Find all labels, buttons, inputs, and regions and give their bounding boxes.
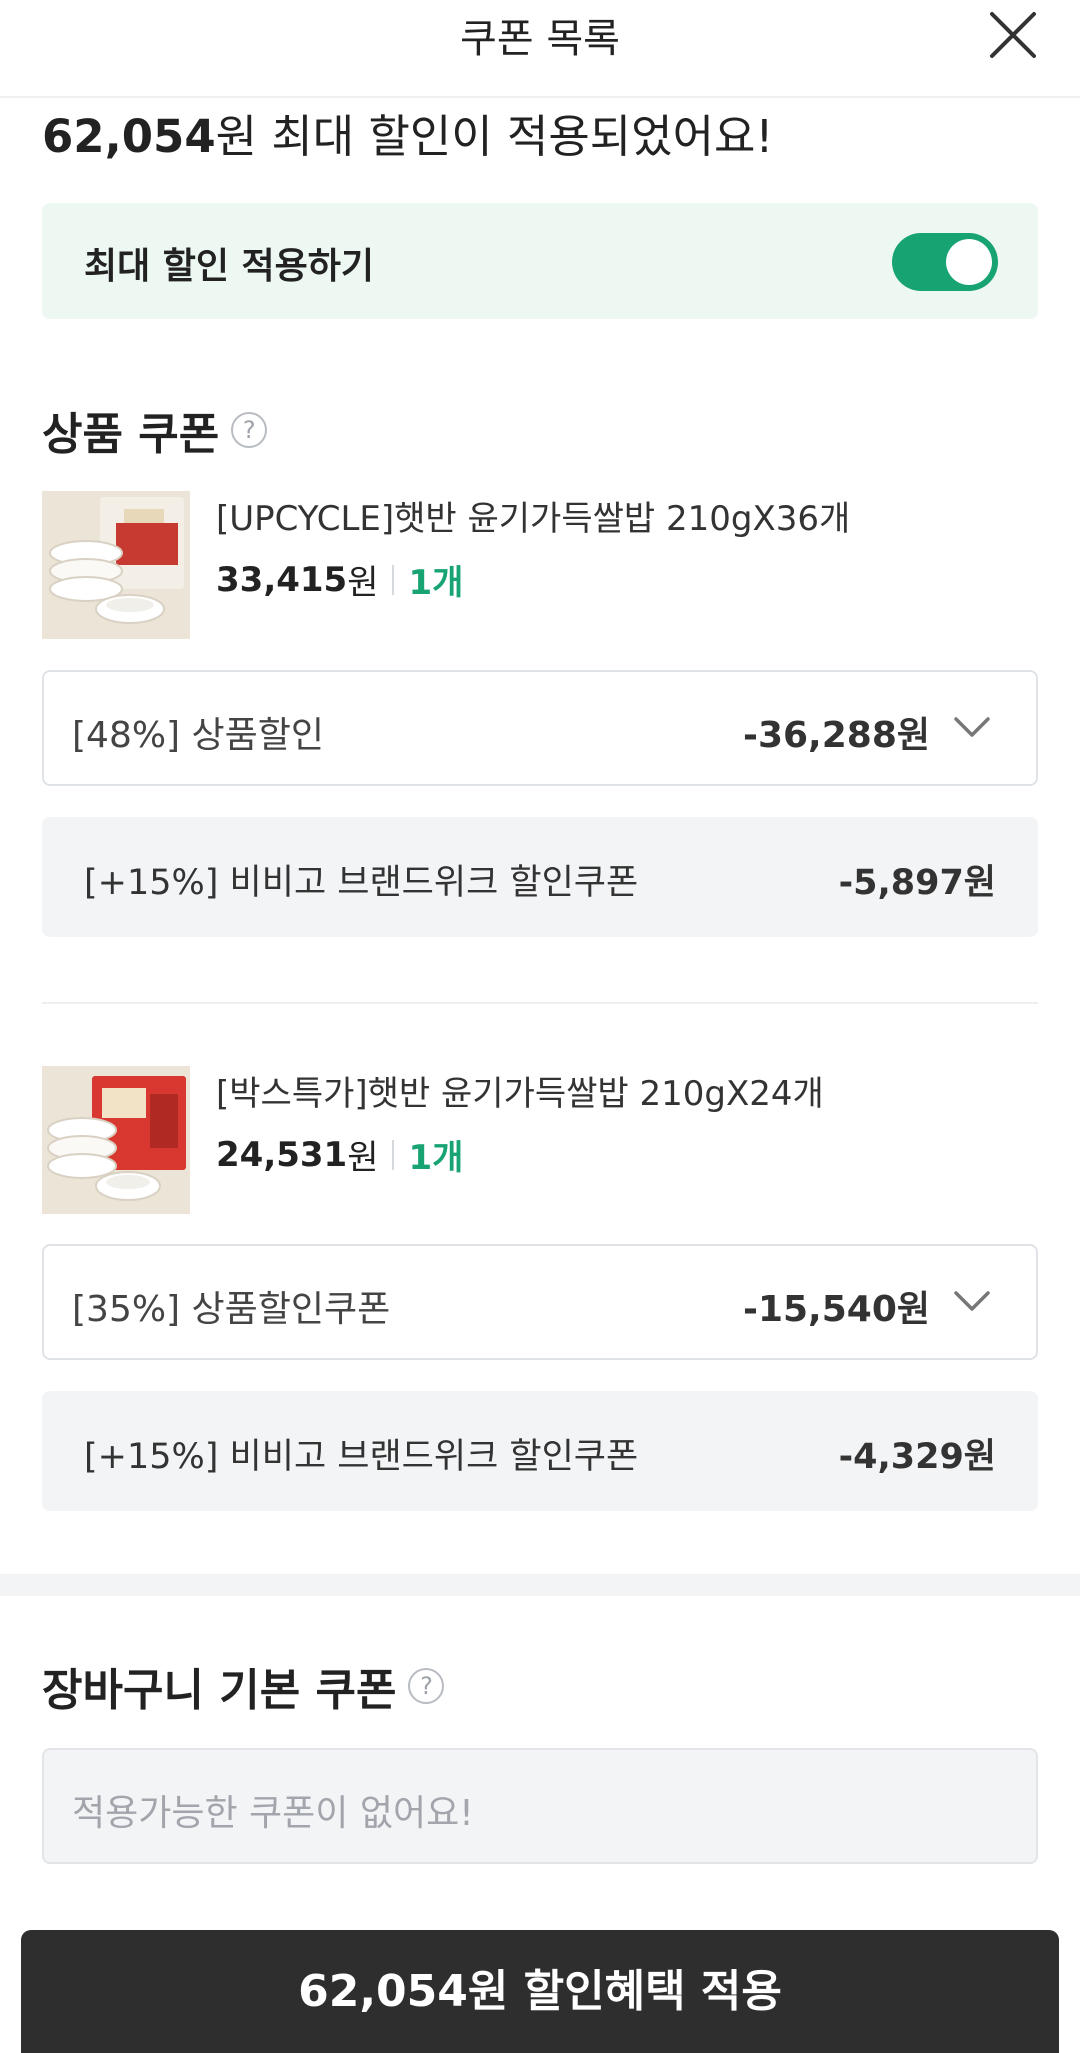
page-title: 쿠폰 목록 [460,16,620,62]
apply-discount-button[interactable]: 62,054원 할인혜택 적용 [21,1930,1059,2053]
summary-amount: 62,054 [42,110,216,163]
coupon-label: [35%] 상품할인쿠폰 [72,1289,391,1330]
coupon-value: -15,540원 [743,1289,930,1330]
discount-summary: 62,054원 최대 할인이 적용되었어요! [42,100,773,165]
max-discount-box: 최대 할인 적용하기 [42,203,1038,319]
product-name: [UPCYCLE]햇반 윤기가득쌀밥 210gX36개 [216,499,851,539]
separator [392,564,395,595]
coupon-label: [48%] 상품할인 [72,715,325,756]
cart-coupon-title: 장바구니 기본 쿠폰 ? [42,1654,445,1718]
price-value: 24,531 [216,1134,348,1175]
max-discount-label: 최대 할인 적용하기 [84,246,375,287]
extra-coupon-value: -4,329원 [838,1437,996,1477]
extra-coupon: [+15%] 비비고 브랜드위크 할인쿠폰 -4,329원 [42,1391,1038,1511]
help-icon[interactable]: ? [408,1668,445,1704]
max-discount-toggle[interactable] [892,233,998,291]
divider [42,1002,1038,1004]
close-icon [990,12,1036,58]
help-icon[interactable]: ? [231,412,268,448]
toggle-knob [946,239,992,285]
product-price: 33,415 원 1개 [216,555,463,604]
product-image [42,1066,190,1214]
product-price: 24,531 원 1개 [216,1130,463,1179]
extra-coupon-label: [+15%] 비비고 브랜드위크 할인쿠폰 [84,1437,639,1477]
extra-coupon: [+15%] 비비고 브랜드위크 할인쿠폰 -5,897원 [42,817,1038,937]
chevron-down-icon [952,712,992,742]
chevron-down-icon [952,1286,992,1316]
header: 쿠폰 목록 [0,0,1080,98]
product-quantity: 1개 [408,563,464,603]
product-image [42,491,190,639]
empty-coupon-text: 적용가능한 쿠폰이 없어요! [72,1793,474,1834]
product-item: [박스특가]햇반 윤기가득쌀밥 210gX24개 24,531 원 1개 [42,1066,1038,1214]
cart-coupon-title-text: 장바구니 기본 쿠폰 [42,1665,397,1716]
product-coupon-title-text: 상품 쿠폰 [42,409,220,460]
coupon-select[interactable]: [35%] 상품할인쿠폰 -15,540원 [42,1244,1038,1360]
close-button[interactable] [984,6,1042,64]
product-coupon-title: 상품 쿠폰 ? [42,398,268,462]
summary-text: 원 최대 할인이 적용되었어요! [215,110,774,163]
extra-coupon-value: -5,897원 [838,863,996,903]
extra-coupon-label: [+15%] 비비고 브랜드위크 할인쿠폰 [84,863,639,903]
product-name: [박스특가]햇반 윤기가득쌀밥 210gX24개 [216,1074,824,1114]
coupon-value: -36,288원 [743,715,930,756]
price-currency: 원 [347,1138,379,1178]
cart-coupon-empty-box: 적용가능한 쿠폰이 없어요! [42,1748,1038,1864]
coupon-select[interactable]: [48%] 상품할인 -36,288원 [42,670,1038,786]
price-value: 33,415 [216,559,348,600]
product-quantity: 1개 [408,1138,464,1178]
price-currency: 원 [347,563,379,603]
section-divider-band [0,1574,1080,1596]
separator [392,1139,395,1170]
product-item: [UPCYCLE]햇반 윤기가득쌀밥 210gX36개 33,415 원 1개 [42,491,1038,639]
